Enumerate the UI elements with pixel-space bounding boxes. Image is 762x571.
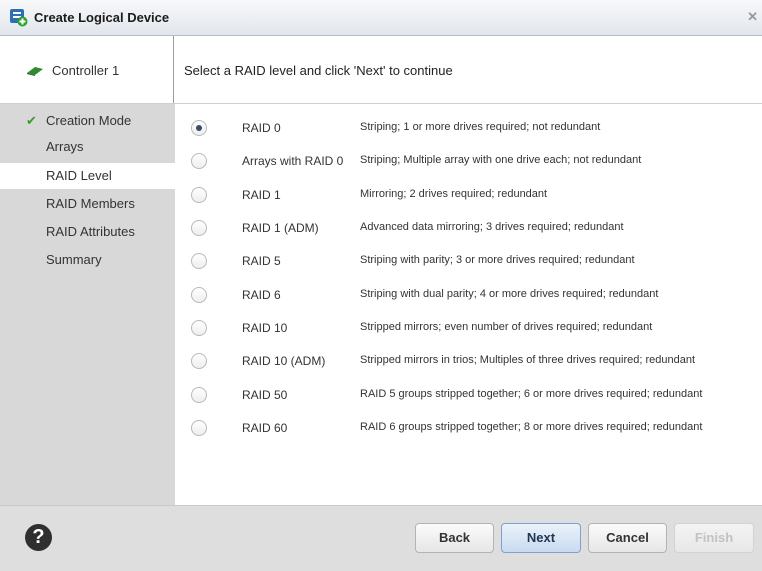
raid-description: Mirroring; 2 drives required; redundant <box>360 188 548 200</box>
raid-option[interactable]: RAID 10 (ADM) Stripped mirrors in trios;… <box>175 346 762 378</box>
checkmark-icon: ✔ <box>26 113 37 128</box>
radio-button[interactable] <box>191 287 207 303</box>
step-label: Arrays <box>46 139 84 154</box>
raid-name: RAID 1 <box>242 188 281 202</box>
radio-button[interactable] <box>191 253 207 269</box>
raid-option[interactable]: RAID 60 RAID 6 groups stripped together;… <box>175 413 762 445</box>
cancel-button[interactable]: Cancel <box>588 523 667 553</box>
raid-name: RAID 1 (ADM) <box>242 221 319 235</box>
raid-option[interactable]: RAID 1 (ADM) Advanced data mirroring; 3 … <box>175 213 762 245</box>
window-title: Create Logical Device <box>34 10 170 25</box>
raid-description: RAID 5 groups stripped together; 6 or mo… <box>360 388 703 400</box>
raid-option[interactable]: RAID 1 Mirroring; 2 drives required; red… <box>175 180 762 212</box>
raid-option[interactable]: RAID 50 RAID 5 groups stripped together;… <box>175 380 762 412</box>
radio-button[interactable] <box>191 220 207 236</box>
step-raid-attributes[interactable]: RAID Attributes <box>0 219 175 245</box>
title-bar: Create Logical Device ✕ <box>0 0 762 36</box>
raid-option[interactable]: RAID 6 Striping with dual parity; 4 or m… <box>175 280 762 312</box>
raid-name: RAID 0 <box>242 121 281 135</box>
step-summary[interactable]: Summary <box>0 247 175 273</box>
raid-option[interactable]: RAID 0 Striping; 1 or more drives requir… <box>175 113 762 145</box>
raid-description: Advanced data mirroring; 3 drives requir… <box>360 221 624 233</box>
step-arrays[interactable]: Arrays <box>0 134 175 160</box>
create-device-icon <box>10 9 28 27</box>
raid-level-list: RAID 0 Striping; 1 or more drives requir… <box>175 104 762 505</box>
next-button[interactable]: Next <box>501 523 581 553</box>
wizard-footer: ? Back Next Cancel Finish <box>0 505 762 571</box>
step-raid-members[interactable]: RAID Members <box>0 191 175 217</box>
step-creation-mode[interactable]: ✔ Creation Mode <box>0 108 175 134</box>
step-label: RAID Attributes <box>46 224 135 239</box>
raid-name: RAID 60 <box>242 421 288 435</box>
raid-name: RAID 5 <box>242 254 281 268</box>
raid-description: Striping with parity; 3 or more drives r… <box>360 254 635 266</box>
instruction-text: Select a RAID level and click 'Next' to … <box>184 63 453 78</box>
raid-description: Striping with dual parity; 4 or more dri… <box>360 288 659 300</box>
radio-button[interactable] <box>191 387 207 403</box>
radio-button[interactable] <box>191 420 207 436</box>
finish-button[interactable]: Finish <box>674 523 754 553</box>
radio-button[interactable] <box>191 153 207 169</box>
raid-option[interactable]: RAID 5 Striping with parity; 3 or more d… <box>175 246 762 278</box>
raid-name: RAID 10 (ADM) <box>242 354 326 368</box>
step-label: RAID Level <box>46 168 112 183</box>
radio-button[interactable] <box>191 187 207 203</box>
controller-label: Controller 1 <box>52 63 120 78</box>
raid-description: RAID 6 groups stripped together; 8 or mo… <box>360 421 703 433</box>
step-raid-level[interactable]: RAID Level <box>0 163 175 189</box>
raid-description: Striping; 1 or more drives required; not… <box>360 121 601 133</box>
step-label: RAID Members <box>46 196 135 211</box>
raid-option[interactable]: RAID 10 Stripped mirrors; even number of… <box>175 313 762 345</box>
wizard-steps-sidebar: ✔ Creation Mode Arrays RAID Level RAID M… <box>0 104 175 505</box>
close-icon[interactable]: ✕ <box>747 9 758 25</box>
raid-description: Striping; Multiple array with one drive … <box>360 154 642 166</box>
controller-panel: Controller 1 <box>0 36 174 103</box>
raid-name: RAID 10 <box>242 321 288 335</box>
help-icon[interactable]: ? <box>25 524 52 551</box>
back-button[interactable]: Back <box>415 523 494 553</box>
wizard-header: Controller 1 Select a RAID level and cli… <box>0 36 762 104</box>
step-label: Summary <box>46 252 102 267</box>
radio-button[interactable] <box>191 120 207 136</box>
raid-description: Stripped mirrors; even number of drives … <box>360 321 653 333</box>
controller-icon <box>27 67 43 76</box>
raid-name: RAID 6 <box>242 288 281 302</box>
raid-description: Stripped mirrors in trios; Multiples of … <box>360 354 696 366</box>
radio-button[interactable] <box>191 320 207 336</box>
radio-button[interactable] <box>191 353 207 369</box>
raid-option[interactable]: Arrays with RAID 0 Striping; Multiple ar… <box>175 146 762 178</box>
raid-name: RAID 50 <box>242 388 288 402</box>
step-label: Creation Mode <box>46 113 132 128</box>
raid-name: Arrays with RAID 0 <box>242 154 344 168</box>
